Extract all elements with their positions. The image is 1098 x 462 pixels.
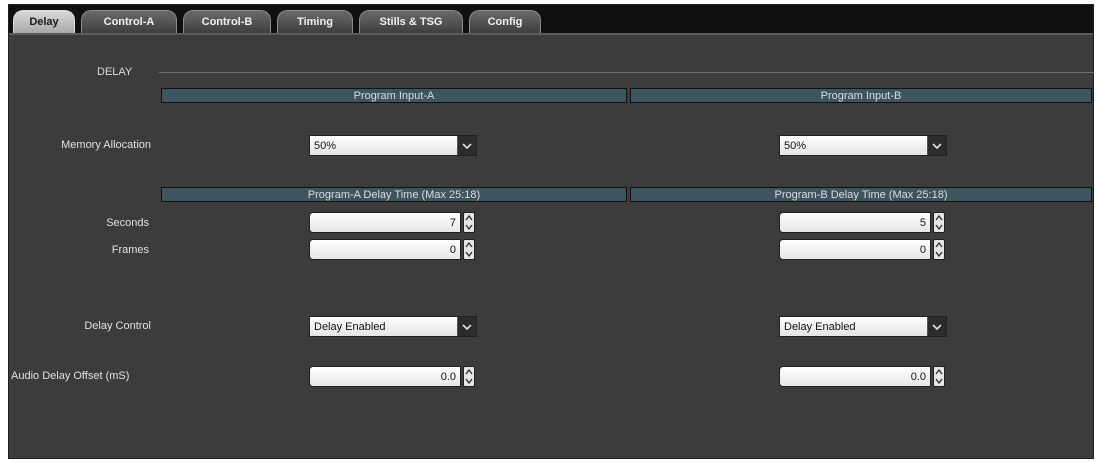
up-down-arrows-icon[interactable] xyxy=(463,239,475,260)
seconds-b-field[interactable]: 5 xyxy=(779,212,931,233)
chevron-down-icon[interactable] xyxy=(927,317,946,336)
tab-control-b[interactable]: Control-B xyxy=(183,10,271,33)
label-delay-control: Delay Control xyxy=(84,320,151,332)
memory-allocation-b-value: 50% xyxy=(784,140,807,152)
frames-a-spinner[interactable]: 0 xyxy=(309,239,479,260)
up-down-arrows-icon[interactable] xyxy=(933,239,945,260)
memory-allocation-b-select[interactable]: 50% xyxy=(779,135,947,156)
seconds-b-spinner[interactable]: 5 xyxy=(779,212,949,233)
header-program-b-delay-time: Program-B Delay Time (Max 25:18) xyxy=(630,187,1092,202)
memory-allocation-a-select[interactable]: 50% xyxy=(309,135,477,156)
audio-delay-offset-a-spinner[interactable]: 0.0 xyxy=(309,366,479,387)
delay-control-a-select[interactable]: Delay Enabled xyxy=(309,316,477,337)
header-program-a-delay-time: Program-A Delay Time (Max 25:18) xyxy=(161,187,627,202)
frames-b-spinner[interactable]: 0 xyxy=(779,239,949,260)
tab-stills-tsg[interactable]: Stills & TSG xyxy=(359,10,463,33)
label-memory-allocation: Memory Allocation xyxy=(61,139,151,151)
label-frames: Frames xyxy=(111,244,149,256)
tab-config[interactable]: Config xyxy=(469,10,541,33)
tab-delay[interactable]: Delay xyxy=(13,10,75,33)
chevron-down-icon[interactable] xyxy=(457,136,476,155)
up-down-arrows-icon[interactable] xyxy=(463,212,475,233)
tab-timing[interactable]: Timing xyxy=(277,10,353,33)
delay-panel-window: Delay Control-A Control-B Timing Stills … xyxy=(8,4,1094,459)
label-seconds: Seconds xyxy=(106,217,149,229)
up-down-arrows-icon[interactable] xyxy=(463,366,475,387)
label-audio-delay-offset: Audio Delay Offset (mS) xyxy=(11,370,130,382)
tab-control-a[interactable]: Control-A xyxy=(81,10,177,33)
seconds-a-field[interactable]: 7 xyxy=(309,212,461,233)
audio-delay-offset-a-field[interactable]: 0.0 xyxy=(309,366,461,387)
section-divider xyxy=(159,72,1094,73)
audio-delay-offset-b-field[interactable]: 0.0 xyxy=(779,366,931,387)
tab-bar: Delay Control-A Control-B Timing Stills … xyxy=(9,5,1093,35)
delay-control-a-value: Delay Enabled xyxy=(314,321,386,333)
delay-control-b-select[interactable]: Delay Enabled xyxy=(779,316,947,337)
frames-b-field[interactable]: 0 xyxy=(779,239,931,260)
seconds-a-spinner[interactable]: 7 xyxy=(309,212,479,233)
chevron-down-icon[interactable] xyxy=(927,136,946,155)
audio-delay-offset-b-spinner[interactable]: 0.0 xyxy=(779,366,949,387)
up-down-arrows-icon[interactable] xyxy=(933,212,945,233)
header-program-input-a: Program Input-A xyxy=(161,88,627,103)
header-program-input-b: Program Input-B xyxy=(630,88,1092,103)
section-title: DELAY xyxy=(97,66,133,78)
chevron-down-icon[interactable] xyxy=(457,317,476,336)
frames-a-field[interactable]: 0 xyxy=(309,239,461,260)
delay-control-b-value: Delay Enabled xyxy=(784,321,856,333)
up-down-arrows-icon[interactable] xyxy=(933,366,945,387)
memory-allocation-a-value: 50% xyxy=(314,140,337,152)
